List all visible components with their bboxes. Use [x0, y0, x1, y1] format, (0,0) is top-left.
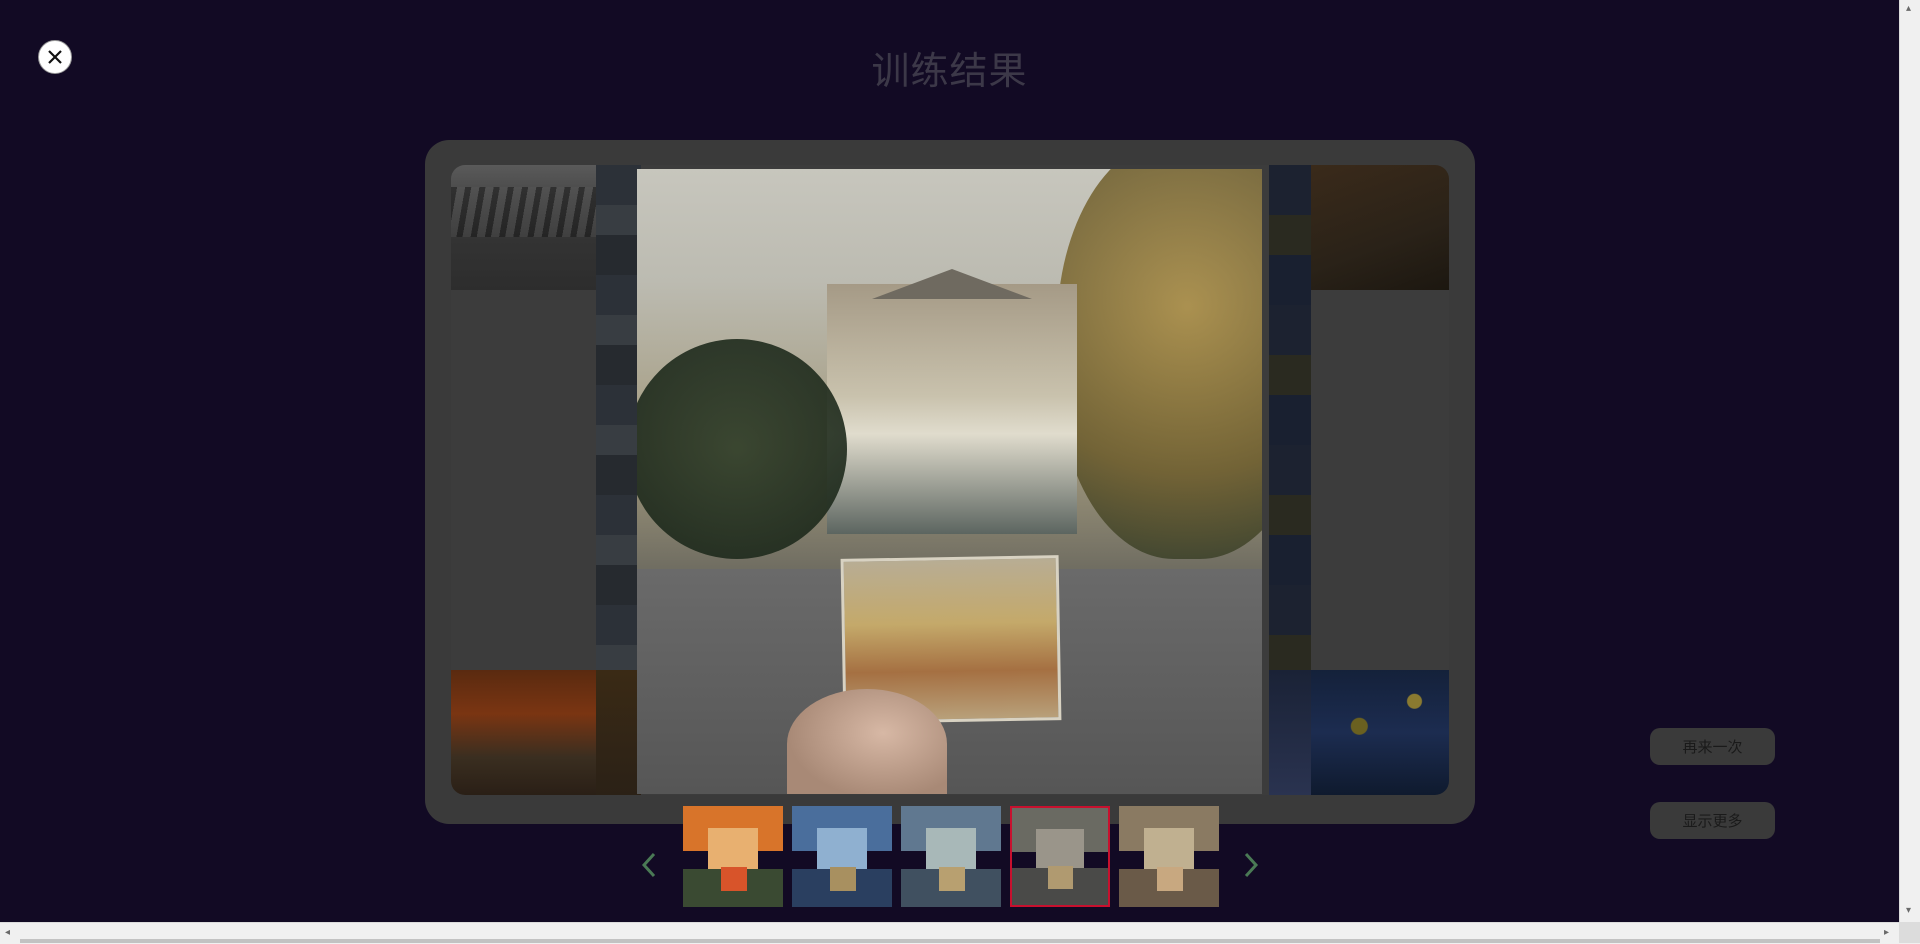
page-title: 训练结果 — [871, 49, 1028, 93]
building — [827, 284, 1077, 534]
thumbnail-sepia-style[interactable] — [1119, 806, 1219, 907]
chevron-right-icon — [1244, 852, 1259, 878]
thumbnail-blue-style[interactable] — [792, 806, 892, 907]
hand — [787, 689, 947, 794]
ink-wash-landscape-tile[interactable] — [451, 165, 596, 290]
left-strip-tile — [596, 165, 641, 670]
starry-night-tile[interactable] — [1311, 670, 1449, 795]
top-right-painting-tile[interactable] — [1311, 165, 1449, 290]
result-page: 训练结果 再来一次 显示更多 — [0, 0, 1899, 922]
scrollbar-corner — [1899, 922, 1920, 943]
thumbnail-orange-style[interactable] — [683, 806, 783, 907]
scroll-down-arrow-icon[interactable]: ▾ — [1906, 906, 1911, 916]
right-strip-bottom-tile — [1269, 670, 1311, 795]
right-strip-tile — [1269, 165, 1311, 670]
scroll-left-arrow-icon[interactable]: ◂ — [5, 928, 10, 938]
retry-button[interactable]: 再来一次 — [1650, 728, 1775, 765]
scroll-right-arrow-icon[interactable]: ▸ — [1884, 928, 1889, 938]
scroll-up-arrow-icon[interactable]: ▴ — [1906, 4, 1911, 14]
next-thumbnail-button[interactable] — [1242, 850, 1260, 887]
left-strip-bottom-tile — [596, 670, 641, 795]
thumbnail-teal-style[interactable] — [901, 806, 1001, 907]
show-more-button[interactable]: 显示更多 — [1650, 802, 1775, 839]
autumn-tree — [1057, 169, 1262, 559]
the-scream-tile[interactable] — [451, 670, 596, 795]
result-image — [637, 169, 1262, 794]
thumbnail-gray-style[interactable] — [1010, 806, 1110, 907]
vertical-scrollbar[interactable]: ▴ ▾ — [1899, 0, 1920, 922]
prev-thumbnail-button[interactable] — [640, 850, 658, 887]
chevron-left-icon — [641, 852, 656, 878]
pine-tree — [637, 339, 847, 559]
horizontal-scroll-thumb[interactable] — [20, 939, 1880, 943]
